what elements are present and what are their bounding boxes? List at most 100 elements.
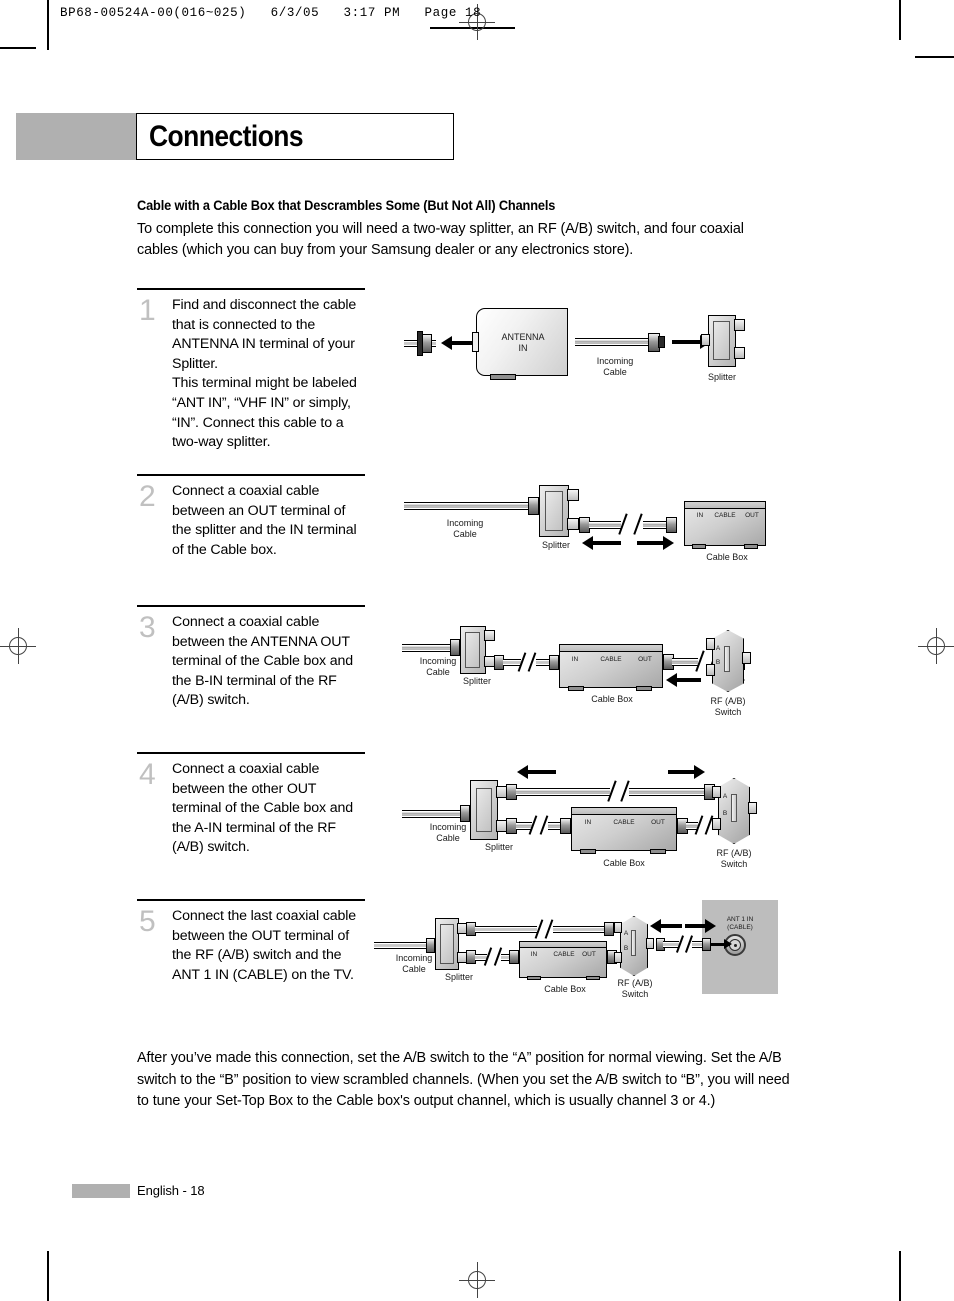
arrow-head-left-icon bbox=[582, 536, 593, 550]
step-3: 3 Connect a coaxial cable between the AN… bbox=[137, 605, 365, 745]
splitter-port-left bbox=[701, 334, 710, 346]
step-5: 5 Connect the last coaxial cable between… bbox=[137, 899, 365, 1039]
splitter-inner-panel bbox=[713, 321, 730, 360]
rf-switch-port-right bbox=[646, 938, 654, 949]
step-divider bbox=[137, 752, 365, 754]
cable-box-foot bbox=[580, 849, 596, 854]
rf-switch-port-left-bottom bbox=[712, 818, 721, 830]
cable-box-cable-label: CABLE bbox=[714, 512, 736, 519]
arrow-head-left-icon bbox=[441, 336, 452, 350]
arrow-shaft bbox=[685, 924, 707, 928]
cable-box-foot bbox=[568, 686, 584, 691]
coax-cable-segment bbox=[629, 788, 711, 796]
diagram-step-3: Incoming Cable Splitter IN CABLE OUT Cab… bbox=[400, 612, 770, 722]
arrow-shaft bbox=[660, 924, 682, 928]
cable-box-label: Cable Box bbox=[603, 858, 645, 868]
coax-connector bbox=[426, 938, 435, 953]
step-text: Find and disconnect the cable that is co… bbox=[172, 297, 357, 451]
rf-switch-port-right bbox=[748, 802, 757, 814]
cable-box-cable-label: CABLE bbox=[600, 656, 622, 663]
cable-break-slash bbox=[544, 919, 553, 939]
step-text: Connect the last coaxial cable between t… bbox=[172, 908, 356, 983]
section-heading: Cable with a Cable Box that Descrambles … bbox=[137, 198, 556, 213]
antenna-box-foot bbox=[490, 374, 516, 380]
splitter-label: Splitter bbox=[484, 842, 513, 852]
coax-connector bbox=[560, 818, 571, 834]
cable-box-cable-label: CABLE bbox=[613, 819, 635, 826]
antenna-in-port bbox=[472, 332, 479, 352]
cable-box-in-label: IN bbox=[530, 951, 538, 958]
incoming-cable-label: Incoming Cable bbox=[596, 356, 634, 377]
incoming-coax-cable bbox=[575, 338, 653, 346]
cable-box-in-label: IN bbox=[696, 512, 704, 519]
incoming-coax-cable bbox=[374, 942, 430, 949]
step-number: 3 bbox=[139, 611, 156, 644]
splitter-port-bottom bbox=[734, 347, 745, 359]
splitter-port-top bbox=[484, 630, 495, 641]
arrow-shaft bbox=[668, 770, 696, 774]
cable-box-label: Cable Box bbox=[544, 984, 586, 994]
step-number: 5 bbox=[139, 905, 156, 938]
crop-mark-bottom-left-vertical bbox=[47, 1251, 49, 1301]
arrow-head-left-icon bbox=[666, 673, 677, 687]
coax-cable-segment bbox=[589, 521, 621, 529]
printer-header-text: BP68-00524A-00(016~025) 6/3/05 3:17 PM P… bbox=[60, 6, 482, 20]
step-text: Connect a coaxial cable between the othe… bbox=[172, 761, 353, 856]
closing-paragraph: After you’ve made this connection, set t… bbox=[137, 1050, 790, 1109]
page-title: Connections bbox=[149, 120, 304, 153]
coax-cable-segment bbox=[672, 658, 698, 666]
section-intro: To complete this connection you will nee… bbox=[137, 221, 744, 258]
rf-switch-a-label: A bbox=[623, 930, 629, 937]
rf-switch-label: RF (A/B) Switch bbox=[617, 978, 653, 999]
tv-ant1-in-label: ANT 1 IN (CABLE) bbox=[726, 916, 754, 931]
coax-cable-segment bbox=[475, 926, 537, 933]
coax-connector bbox=[528, 497, 539, 515]
rf-switch-slot bbox=[631, 930, 636, 956]
cable-box-foot bbox=[586, 976, 600, 980]
crop-mark-top-right-vertical bbox=[899, 0, 901, 40]
rf-switch-port-right bbox=[742, 652, 751, 664]
rf-switch-port-left-top bbox=[706, 638, 715, 650]
coax-cable-segment bbox=[516, 788, 610, 796]
arrow-shaft bbox=[528, 770, 556, 774]
cable-break-slash bbox=[620, 780, 630, 802]
rf-switch-port-left-top bbox=[712, 786, 721, 798]
splitter-inner-panel bbox=[440, 924, 454, 964]
cable-break-slash bbox=[539, 815, 548, 835]
step-text: Connect a coaxial cable between the ANTE… bbox=[172, 614, 353, 709]
cable-box-out-label: OUT bbox=[582, 951, 596, 958]
cable-box-cable-label: CABLE bbox=[553, 951, 575, 958]
coax-connector-cap bbox=[658, 336, 665, 348]
arrow-shaft bbox=[677, 678, 701, 682]
cable-break-slash bbox=[633, 513, 643, 535]
diagram-step-1: ANTENNA IN Incoming Cable Splitter bbox=[400, 300, 770, 400]
incoming-coax-cable bbox=[404, 502, 532, 510]
splitter-inner-panel bbox=[545, 491, 563, 531]
cable-box-label: Cable Box bbox=[706, 552, 748, 562]
incoming-coax-cable bbox=[402, 810, 464, 818]
splitter-port-top bbox=[734, 319, 745, 331]
splitter-label: Splitter bbox=[541, 540, 570, 550]
registration-mark-right bbox=[918, 628, 954, 664]
cable-box-top bbox=[519, 941, 607, 948]
coax-cable-segment bbox=[503, 659, 521, 666]
registration-mark-bottom bbox=[459, 1262, 495, 1298]
step-text: Connect a coaxial cable between an OUT t… bbox=[172, 483, 357, 558]
splitter-label: Splitter bbox=[707, 372, 736, 382]
coax-connector bbox=[666, 517, 677, 533]
cable-box-foot bbox=[692, 544, 706, 549]
rf-switch-b-label: B bbox=[722, 810, 728, 817]
cable-box-in-label: IN bbox=[584, 819, 592, 826]
rf-switch-b-label: B bbox=[623, 945, 629, 952]
coax-connector bbox=[450, 639, 460, 656]
cable-box-top bbox=[684, 501, 766, 509]
splitter-label: Splitter bbox=[462, 676, 491, 686]
cable-box-out-label: OUT bbox=[745, 512, 759, 519]
step-number: 4 bbox=[139, 758, 156, 791]
cable-box-out-label: OUT bbox=[651, 819, 665, 826]
coax-cable-segment bbox=[553, 926, 610, 933]
page-canvas: BP68-00524A-00(016~025) 6/3/05 3:17 PM P… bbox=[0, 0, 954, 1301]
arrow-head-right-icon bbox=[694, 765, 705, 779]
diagram-step-5: ANT 1 IN (CABLE) Incoming Cable Splitter bbox=[372, 898, 784, 1008]
footer-gray-box bbox=[72, 1184, 130, 1198]
